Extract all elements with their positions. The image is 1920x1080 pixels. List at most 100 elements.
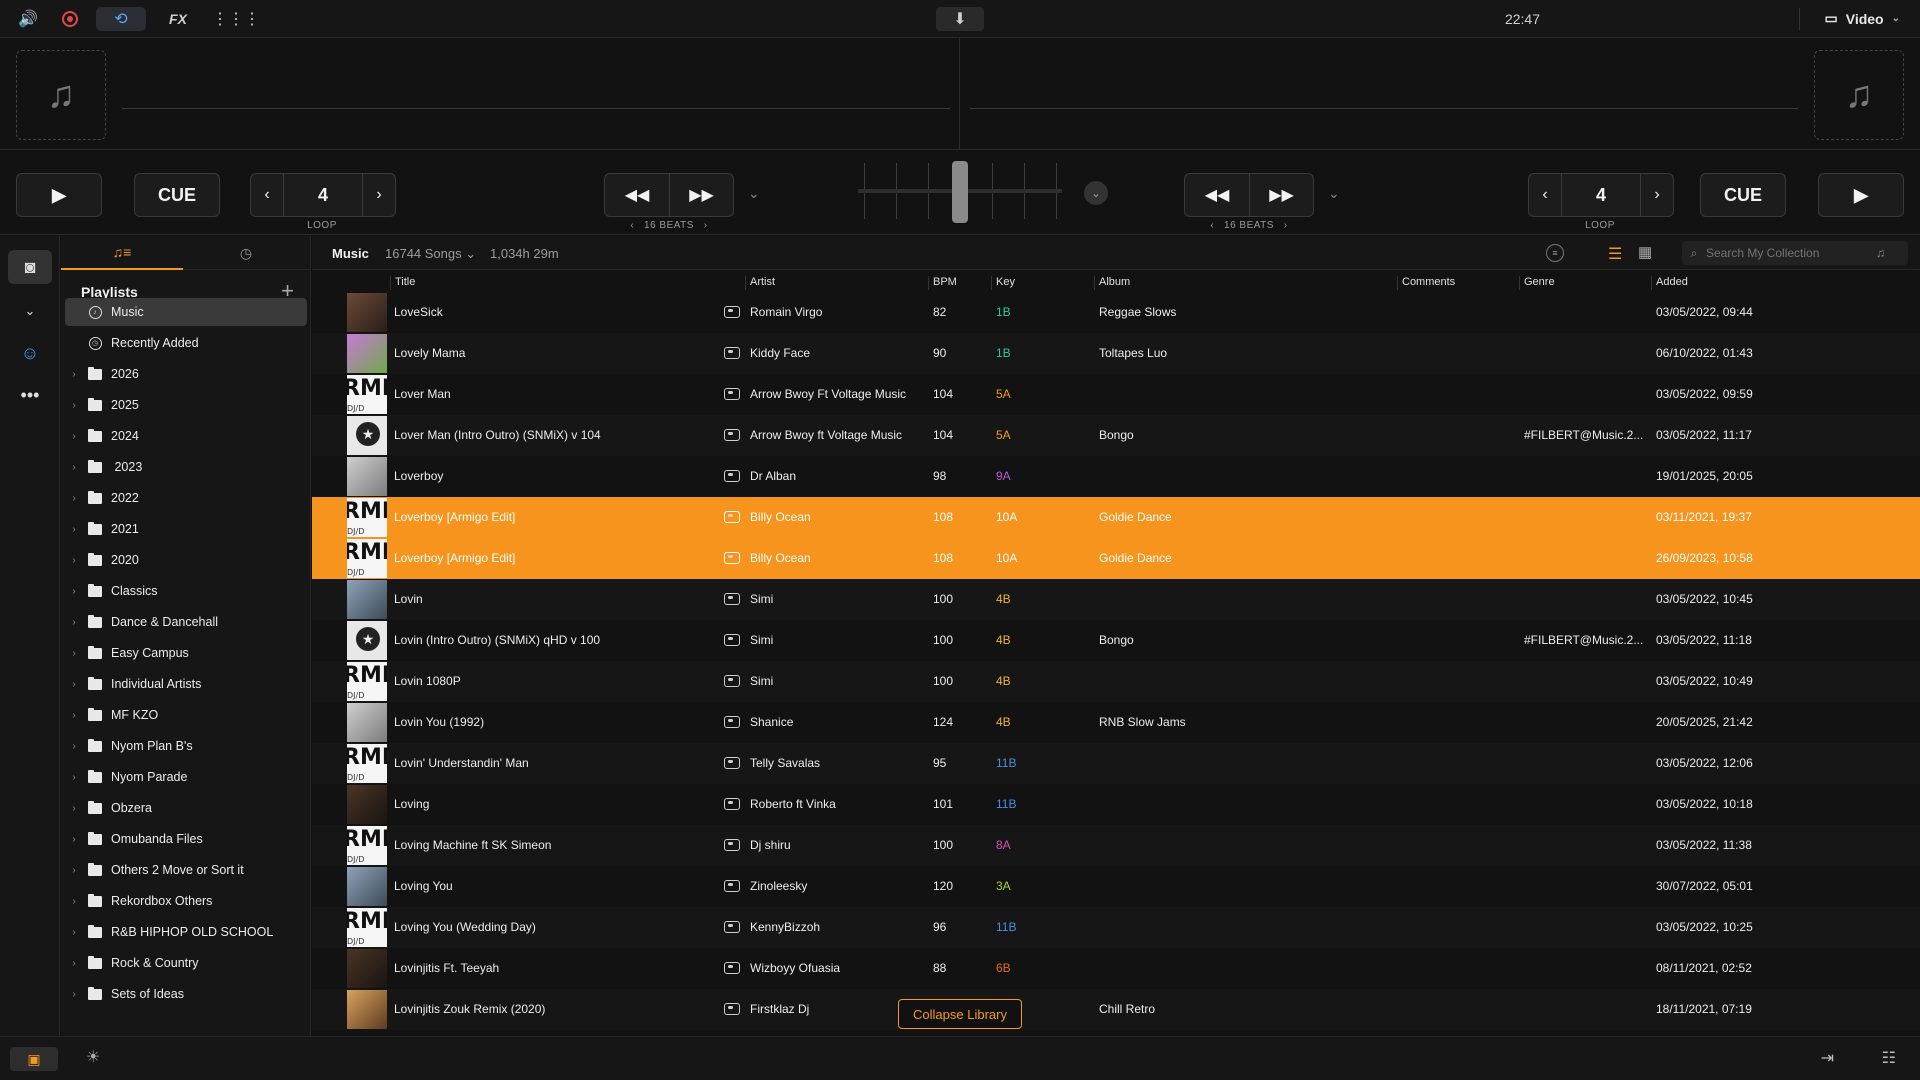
right-play-button[interactable]: ▶ bbox=[1818, 173, 1904, 217]
table-row[interactable]: Lovinjitis Zouk Remix (2020) Firstklaz Dj… bbox=[312, 989, 1920, 1030]
chevron-down-icon[interactable]: ⌄ bbox=[1084, 181, 1108, 205]
search-input[interactable] bbox=[1706, 246, 1876, 260]
chevron-right-icon[interactable]: › bbox=[67, 648, 81, 659]
sidebar-item[interactable]: › 2025 bbox=[65, 391, 307, 419]
chevron-right-icon[interactable]: › bbox=[67, 803, 81, 814]
chevron-right-icon[interactable]: › bbox=[67, 958, 81, 969]
sidebar-item[interactable]: › 2023 bbox=[65, 453, 307, 481]
sidebar-item[interactable]: › Rekordbox Others bbox=[65, 887, 307, 915]
chevron-right-icon[interactable]: › bbox=[67, 431, 81, 442]
left-cue-button[interactable]: CUE bbox=[134, 173, 220, 217]
chevron-down-icon[interactable]: ⌄ bbox=[1328, 185, 1340, 202]
chevron-right-icon[interactable]: › bbox=[67, 710, 81, 721]
left-deck-artwork[interactable]: ♫ bbox=[16, 50, 106, 140]
sidebar-item[interactable]: › 2021 bbox=[65, 515, 307, 543]
chevron-right-icon[interactable]: › bbox=[67, 493, 81, 504]
column-title[interactable]: Title bbox=[390, 276, 720, 290]
sidebar-item[interactable]: › 2026 bbox=[65, 360, 307, 388]
sidebar-item[interactable]: › Omubanda Files bbox=[65, 825, 307, 853]
history-tab-icon[interactable]: ◷ bbox=[185, 236, 307, 270]
table-row[interactable]: Loverboy Dr Alban 98 9A 19/01/2025, 20:05 bbox=[312, 456, 1920, 497]
chevron-right-icon[interactable]: › bbox=[67, 834, 81, 845]
table-row[interactable]: Lovin You (1992) Shanice 124 4B RNB Slow Jam… bbox=[312, 702, 1920, 743]
chevron-right-icon[interactable]: › bbox=[67, 586, 81, 597]
table-row[interactable]: RMI Loverboy [Armigo Edit] Billy Ocean 108 1… bbox=[312, 497, 1920, 538]
sidebar-item[interactable]: › Individual Artists bbox=[65, 670, 307, 698]
column-added[interactable]: Added bbox=[1651, 276, 1751, 290]
column-genre[interactable]: Genre bbox=[1519, 276, 1619, 290]
table-row[interactable]: Lovinjitis Ft. Teeyah Wizboyy Ofuasia 88 6B… bbox=[312, 948, 1920, 989]
video-mode-selector[interactable]: ▭ Video ⌄ bbox=[1825, 10, 1901, 27]
left-forward-button[interactable]: ▶▶ bbox=[669, 174, 733, 216]
chevron-right-icon[interactable]: › bbox=[67, 400, 81, 411]
sidebar-item[interactable]: › Nyom Parade bbox=[65, 763, 307, 791]
song-count[interactable]: 16744 Songs ⌄ bbox=[385, 246, 476, 262]
right-forward-button[interactable]: ▶▶ bbox=[1249, 174, 1313, 216]
table-row[interactable]: Lovin Simi 100 4B 03/05/2022, 10:45 bbox=[312, 579, 1920, 620]
sidebar-item[interactable]: › Others 2 Move or Sort it bbox=[65, 856, 307, 884]
column-bpm[interactable]: BPM bbox=[928, 276, 978, 290]
sidebar-item[interactable]: ♪ Music bbox=[65, 298, 307, 326]
sidebar-item[interactable]: › MF KZO bbox=[65, 701, 307, 729]
filter-icon[interactable]: ≡ bbox=[1546, 244, 1564, 262]
sync-icon[interactable]: ⟲ bbox=[96, 7, 146, 31]
chevron-right-icon[interactable]: › bbox=[67, 369, 81, 380]
sidebar-item[interactable]: › Easy Campus bbox=[65, 639, 307, 667]
right-deck-artwork[interactable]: ♫ bbox=[1814, 50, 1904, 140]
chevron-right-icon[interactable]: › bbox=[67, 772, 81, 783]
right-loop-increase[interactable]: › bbox=[1641, 174, 1673, 216]
column-key[interactable]: Key bbox=[991, 276, 1071, 290]
column-album[interactable]: Album bbox=[1094, 276, 1334, 290]
left-loop-increase[interactable]: › bbox=[363, 174, 395, 216]
grid-icon[interactable]: ⋮⋮⋮ bbox=[212, 7, 260, 31]
table-row[interactable]: RMI Loving You (Wedding Day) KennyBizzoh 96… bbox=[312, 907, 1920, 948]
library-source-icon[interactable]: ◙ bbox=[8, 250, 52, 284]
left-loop-decrease[interactable]: ‹ bbox=[251, 174, 283, 216]
table-row[interactable]: RMI Loverboy [Armigo Edit] Billy Ocean 108 1… bbox=[312, 538, 1920, 579]
list-icon[interactable]: ☷ bbox=[1882, 1048, 1896, 1068]
table-row[interactable]: Lovin (Intro Outro) (SNMiX) qHD v 100 Sim… bbox=[312, 620, 1920, 661]
list-view-icon[interactable]: ☰ bbox=[1608, 244, 1622, 264]
sidebar-item[interactable]: › Nyom Plan B's bbox=[65, 732, 307, 760]
column-artist[interactable]: Artist bbox=[745, 276, 895, 290]
effects-icon[interactable]: ☀ bbox=[86, 1047, 100, 1067]
left-rewind-button[interactable]: ◀◀ bbox=[605, 174, 669, 216]
chevron-right-icon[interactable]: › bbox=[67, 679, 81, 690]
more-icon[interactable]: ••• bbox=[8, 378, 52, 412]
chevron-right-icon[interactable]: › bbox=[67, 555, 81, 566]
chevron-right-icon[interactable]: › bbox=[67, 896, 81, 907]
chevron-right-icon[interactable]: › bbox=[67, 462, 81, 473]
table-row[interactable]: LoveSick Romain Virgo 82 1B Reggae Slows 03/0… bbox=[312, 292, 1920, 333]
left-waveform[interactable] bbox=[122, 108, 950, 109]
table-row[interactable]: RMI Loving Machine ft SK Simeon Dj shiru 10… bbox=[312, 825, 1920, 866]
sidebar-item[interactable]: › Classics bbox=[65, 577, 307, 605]
finder-icon[interactable]: ☺ bbox=[8, 336, 52, 370]
sidebar-item[interactable]: › 2024 bbox=[65, 422, 307, 450]
crossfader[interactable] bbox=[858, 157, 1062, 227]
collapse-library-button[interactable]: Collapse Library bbox=[898, 999, 1022, 1029]
queue-icon[interactable]: ⇥ bbox=[1821, 1048, 1834, 1068]
fx-button[interactable]: FX bbox=[166, 7, 190, 31]
table-row[interactable]: Loving Roberto ft Vinka 101 11B 03/05/2022, … bbox=[312, 784, 1920, 825]
right-loop-decrease[interactable]: ‹ bbox=[1529, 174, 1561, 216]
add-to-playlist-icon[interactable]: ♫ bbox=[1876, 246, 1885, 260]
playlists-tab-icon[interactable]: ♫≡ bbox=[61, 236, 183, 270]
sidebar-item[interactable]: › 2022 bbox=[65, 484, 307, 512]
sidebar-item[interactable]: › Obzera bbox=[65, 794, 307, 822]
sidebar-item[interactable]: › Rock & Country bbox=[65, 949, 307, 977]
sidebar-item[interactable]: › Sets of Ideas bbox=[65, 980, 307, 1008]
grid-view-icon[interactable]: ▦ bbox=[1638, 243, 1652, 261]
crossfader-handle[interactable] bbox=[952, 161, 968, 223]
left-play-button[interactable]: ▶ bbox=[16, 173, 102, 217]
sidebar-item[interactable]: › R&B HIPHOP OLD SCHOOL bbox=[65, 918, 307, 946]
chevron-right-icon[interactable]: › bbox=[67, 865, 81, 876]
chevron-right-icon[interactable]: › bbox=[67, 989, 81, 1000]
chevron-right-icon[interactable]: › bbox=[67, 927, 81, 938]
chevron-down-icon[interactable]: ⌄ bbox=[748, 185, 760, 202]
chevron-right-icon[interactable]: › bbox=[67, 524, 81, 535]
sidebar-item[interactable]: ◷ Recently Added bbox=[65, 329, 307, 357]
table-row[interactable]: Lovely Mama Kiddy Face 90 1B Toltapes Luo 06/… bbox=[312, 333, 1920, 374]
column-comments[interactable]: Comments bbox=[1397, 276, 1497, 290]
right-waveform[interactable] bbox=[970, 108, 1798, 109]
chevron-down-icon[interactable]: ⌄ bbox=[8, 294, 52, 328]
